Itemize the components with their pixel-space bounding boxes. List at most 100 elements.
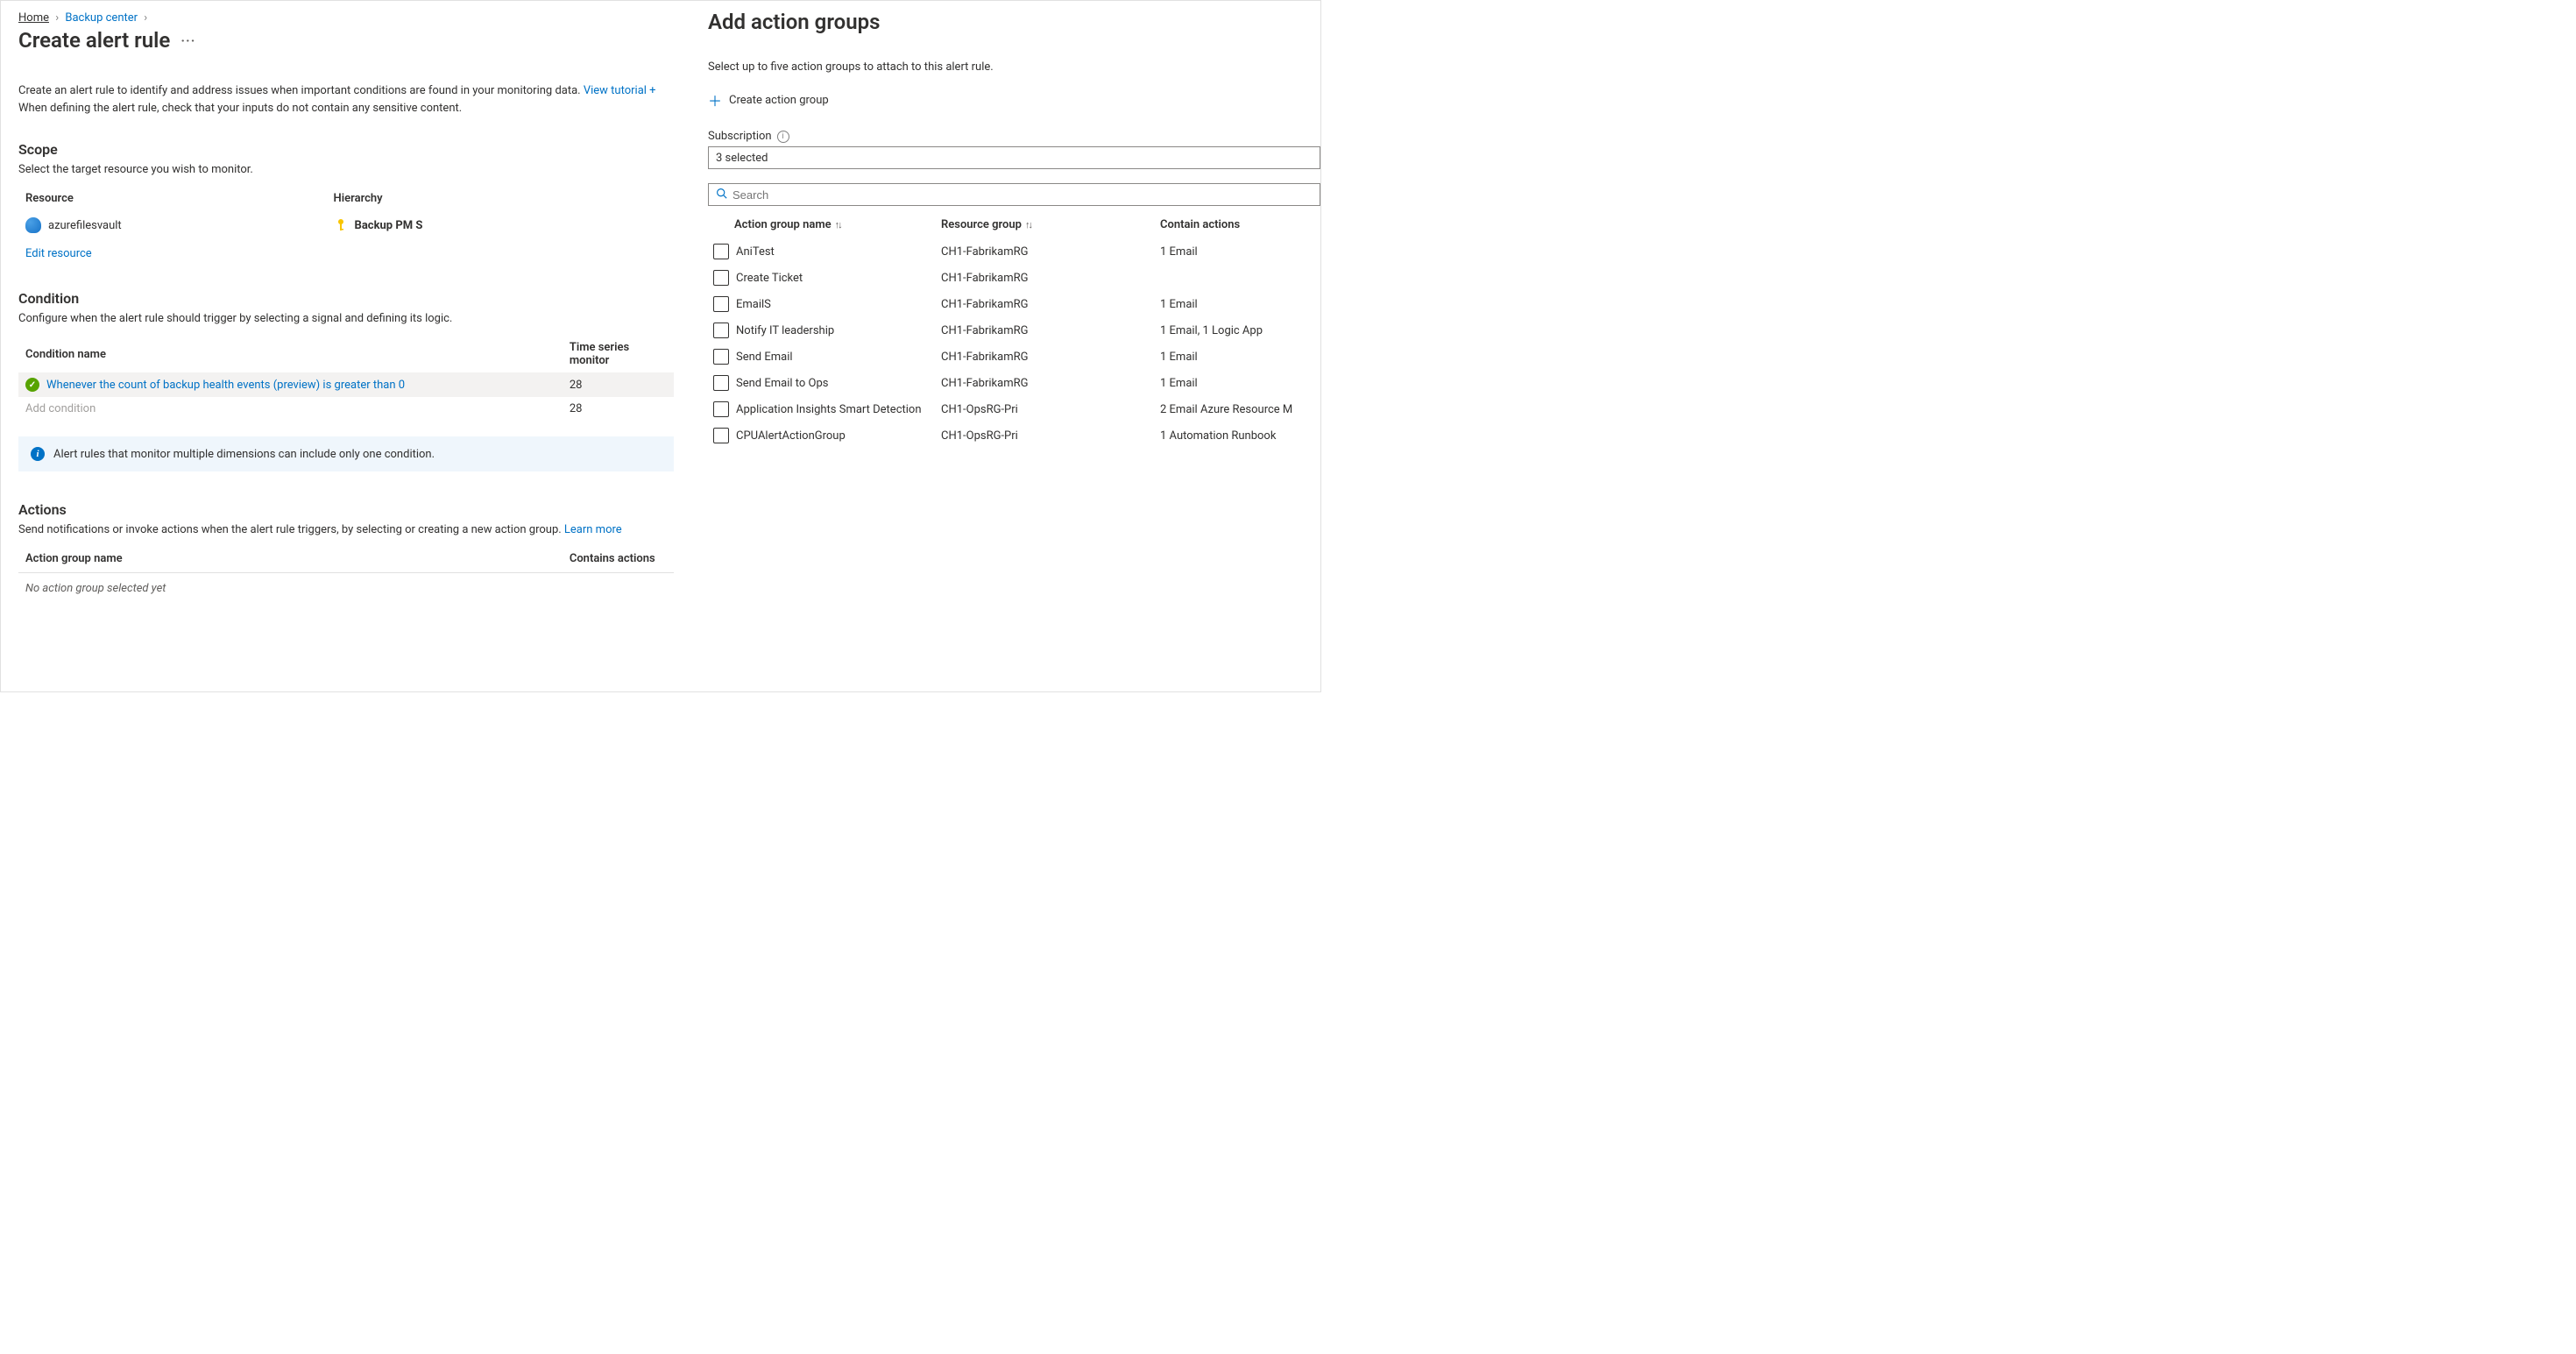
subscription-label: Subscription i — [708, 130, 1320, 143]
panel-title: Add action groups — [708, 10, 1320, 34]
action-group-row[interactable]: CPUAlertActionGroupCH1-OpsRG-Pri1 Automa… — [708, 422, 1320, 449]
action-group-checkbox[interactable] — [713, 349, 729, 365]
condition-col-timeseries: Time series monitor — [563, 336, 674, 372]
action-group-row[interactable]: Application Insights Smart Detection CH1-… — [708, 396, 1320, 422]
action-group-checkbox[interactable] — [713, 323, 729, 338]
add-condition-placeholder: Add condition — [25, 402, 96, 415]
scope-col-resource: Resource — [18, 187, 327, 210]
actions-none-text: No action group selected yet — [18, 573, 563, 601]
page-title: Create alert rule ··· — [18, 28, 674, 53]
condition-info-text: Alert rules that monitor multiple dimens… — [53, 448, 435, 461]
breadcrumb-home[interactable]: Home — [18, 11, 49, 25]
action-group-resource-group: CH1-OpsRG-Pri — [936, 422, 1155, 449]
ag-col-resource-group[interactable]: Resource group↑↓ — [936, 211, 1155, 238]
search-input[interactable] — [732, 188, 1313, 202]
action-group-checkbox[interactable] — [713, 428, 729, 443]
action-group-row[interactable]: Send EmailCH1-FabrikamRG1 Email — [708, 344, 1320, 370]
side-panel: Add action groups Select up to five acti… — [698, 1, 1320, 691]
actions-sub-text: Send notifications or invoke actions whe… — [18, 523, 564, 536]
breadcrumb: Home › Backup center › — [18, 11, 674, 25]
action-group-checkbox[interactable] — [713, 244, 729, 259]
action-group-resource-group: CH1-OpsRG-Pri — [936, 396, 1155, 422]
actions-section: Actions Send notifications or invoke act… — [18, 501, 674, 600]
scope-hierarchy-value: Backup PM S — [355, 219, 423, 232]
check-circle-icon: ✓ — [25, 378, 39, 392]
action-group-row[interactable]: Send Email to Ops CH1-FabrikamRG1 Email — [708, 370, 1320, 396]
actions-subtitle: Send notifications or invoke actions whe… — [18, 523, 674, 536]
action-group-name: Application Insights Smart Detection — [736, 403, 922, 416]
actions-empty-row: No action group selected yet — [18, 573, 674, 601]
action-group-actions: 1 Automation Runbook — [1155, 422, 1320, 449]
action-group-actions — [1155, 265, 1320, 291]
action-group-name: Create Ticket — [736, 272, 803, 285]
action-group-name: Send Email to Ops — [736, 377, 828, 390]
intro-line1: Create an alert rule to identify and add… — [18, 84, 584, 97]
vault-icon — [25, 217, 41, 233]
actions-col-name: Action group name — [18, 547, 563, 573]
condition-timeseries-value: 28 — [563, 372, 674, 397]
action-group-row[interactable]: Notify IT leadershipCH1-FabrikamRG1 Emai… — [708, 317, 1320, 344]
info-outline-icon[interactable]: i — [777, 131, 789, 143]
actions-learn-more-link[interactable]: Learn more — [564, 523, 622, 536]
action-group-checkbox[interactable] — [713, 296, 729, 312]
panel-subtitle: Select up to five action groups to attac… — [708, 60, 1320, 74]
subscription-dropdown[interactable]: 3 selected — [708, 146, 1320, 169]
view-tutorial-link[interactable]: View tutorial + — [584, 84, 656, 97]
action-group-name: AniTest — [736, 245, 775, 259]
action-group-actions: 2 Email Azure Resource M — [1155, 396, 1320, 422]
chevron-right-icon: › — [140, 11, 151, 25]
actions-col-contains: Contains actions — [563, 547, 674, 573]
ag-col-contain-actions: Contain actions — [1155, 211, 1320, 238]
action-group-checkbox[interactable] — [713, 270, 729, 286]
page-title-text: Create alert rule — [18, 28, 170, 53]
plus-icon: ＋ — [708, 89, 722, 110]
action-group-resource-group: CH1-FabrikamRG — [936, 370, 1155, 396]
sort-arrows-icon: ↑↓ — [1025, 219, 1031, 230]
condition-row[interactable]: ✓ Whenever the count of backup health ev… — [18, 372, 674, 397]
action-group-row[interactable]: AniTest CH1-FabrikamRG1 Email — [708, 238, 1320, 265]
actions-heading: Actions — [18, 501, 674, 518]
scope-resource-name: azurefilesvault — [48, 219, 122, 232]
action-group-resource-group: CH1-FabrikamRG — [936, 238, 1155, 265]
scope-resource-row: azurefilesvault Backup PM S — [18, 210, 674, 240]
create-action-group-button[interactable]: ＋ Create action group — [708, 89, 829, 110]
action-group-name: EmailS — [736, 298, 771, 311]
action-group-row[interactable]: Create Ticket CH1-FabrikamRG — [708, 265, 1320, 291]
edit-resource-link[interactable]: Edit resource — [18, 240, 99, 260]
action-group-actions: 1 Email — [1155, 370, 1320, 396]
condition-name-link[interactable]: Whenever the count of backup health even… — [46, 379, 405, 392]
key-icon — [334, 218, 348, 232]
intro-line2: When defining the alert rule, check that… — [18, 102, 462, 115]
action-group-checkbox[interactable] — [713, 401, 729, 417]
search-icon — [716, 188, 727, 202]
breadcrumb-backup-center[interactable]: Backup center — [65, 11, 138, 25]
intro-text: Create an alert rule to identify and add… — [18, 82, 674, 117]
condition-heading: Condition — [18, 290, 674, 307]
create-action-group-label: Create action group — [729, 94, 829, 107]
action-group-name: Notify IT leadership — [736, 324, 834, 337]
scope-subtitle: Select the target resource you wish to m… — [18, 163, 674, 176]
add-condition-row[interactable]: Add condition 28 — [18, 397, 674, 421]
action-group-checkbox[interactable] — [713, 375, 729, 391]
info-icon: i — [31, 447, 45, 461]
scope-table: Resource Hierarchy azurefilesvault Backu — [18, 187, 674, 240]
action-group-actions: 1 Email — [1155, 238, 1320, 265]
action-group-resource-group: CH1-FabrikamRG — [936, 265, 1155, 291]
subscription-value: 3 selected — [716, 152, 768, 165]
condition-col-name: Condition name — [18, 336, 563, 372]
action-group-table: Action group name↑↓ Resource group↑↓ Con… — [708, 211, 1320, 449]
action-group-resource-group: CH1-FabrikamRG — [936, 344, 1155, 370]
add-condition-timeseries: 28 — [563, 397, 674, 421]
condition-table: Condition name Time series monitor ✓ Whe… — [18, 336, 674, 421]
actions-table: Action group name Contains actions No ac… — [18, 547, 674, 600]
condition-info-bar: i Alert rules that monitor multiple dime… — [18, 436, 674, 471]
scope-col-hierarchy: Hierarchy — [327, 187, 674, 210]
main-content: Home › Backup center › Create alert rule… — [1, 1, 698, 691]
more-options-icon[interactable]: ··· — [180, 32, 195, 49]
ag-col-name[interactable]: Action group name↑↓ — [708, 211, 936, 238]
action-group-row[interactable]: EmailSCH1-FabrikamRG1 Email — [708, 291, 1320, 317]
action-group-actions: 1 Email — [1155, 291, 1320, 317]
search-box[interactable] — [708, 183, 1320, 206]
scope-section: Scope Select the target resource you wis… — [18, 141, 674, 260]
scope-heading: Scope — [18, 141, 674, 158]
